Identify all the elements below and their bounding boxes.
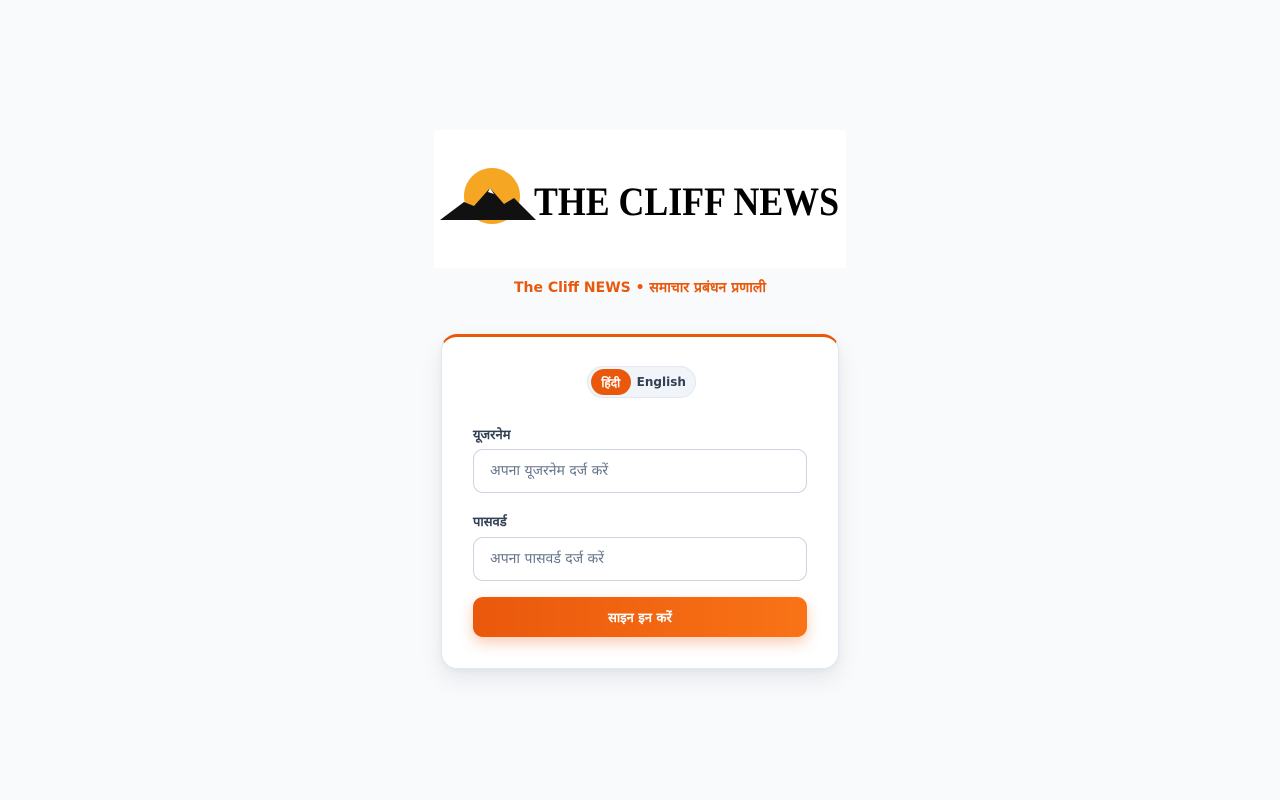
- mountain-sun-logo-icon: THE CLIFF NEWS: [440, 168, 839, 224]
- login-card: हिंदी English यूजरनेम पासवर्ड साइन इन कर…: [441, 334, 839, 669]
- language-english-button[interactable]: English: [631, 369, 692, 395]
- username-input[interactable]: [473, 449, 807, 493]
- language-toggle: हिंदी English: [587, 366, 696, 398]
- mountain-icon: [440, 188, 536, 220]
- language-hindi-button[interactable]: हिंदी: [591, 369, 631, 395]
- login-page: THE CLIFF NEWS The Cliff NEWS • समाचार प…: [0, 0, 1280, 800]
- password-input[interactable]: [473, 537, 807, 581]
- password-label: पासवर्ड: [473, 515, 507, 530]
- sign-in-button[interactable]: साइन इन करें: [473, 597, 807, 637]
- tagline: The Cliff NEWS • समाचार प्रबंधन प्रणाली: [513, 280, 767, 296]
- logo-wordmark: THE CLIFF NEWS: [534, 179, 839, 224]
- username-label: यूजरनेम: [473, 428, 511, 443]
- brand-logo: THE CLIFF NEWS: [434, 130, 846, 268]
